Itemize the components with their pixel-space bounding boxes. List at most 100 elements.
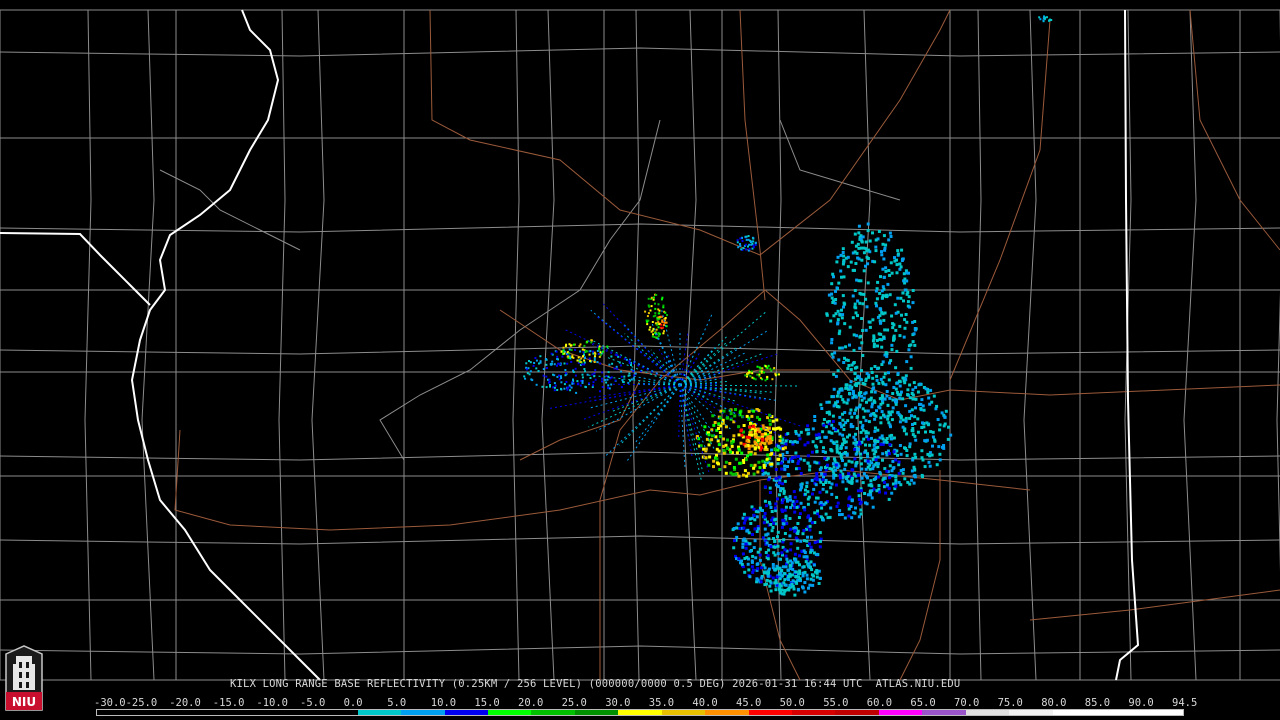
echo-pixel [860,258,864,262]
echo-pixel [830,282,834,286]
echo-pixel [859,246,863,250]
echo-pixel [809,535,813,539]
county-line [857,9,871,681]
echo-pixel [841,313,845,317]
echo-pixel [753,539,757,543]
echo-pixel [593,361,596,363]
echo-pixel [718,431,722,434]
echo-pixel [611,362,614,365]
echo-pixel [770,448,774,452]
echo-pixel [818,576,822,580]
echo-pixel [776,448,780,452]
echo-pixel [758,553,762,557]
echo-pixel [754,556,758,560]
echo-pixel [839,469,843,473]
echo-pixel [883,372,887,376]
echo-pixel [869,413,873,417]
echo-pixel [871,339,875,343]
echo-pixel [770,529,774,533]
echo-pixel [712,465,715,469]
echo-pixel [795,499,799,503]
echo-pixel [856,415,860,419]
echo-pixel [756,567,760,571]
echo-pixel [795,467,798,471]
echo-pixel [778,539,782,543]
echo-pixel [899,452,903,456]
echo-pixel [889,235,893,238]
echo-pixel [898,420,902,424]
echo-pixel [747,568,751,572]
echo-pixel [784,505,788,509]
echo-pixel [539,360,542,363]
echo-pixel [819,403,823,407]
echo-pixel [542,374,545,377]
echo-pixel [925,438,929,442]
echo-pixel [894,475,898,479]
scale-segment [227,710,271,715]
echo-pixel [861,481,865,485]
echo-pixel [835,260,839,264]
echo-pixel [868,325,872,329]
echo-pixel [752,466,756,470]
echo-pixel [827,410,831,414]
echo-pixel [581,373,584,376]
echo-pixel [783,508,787,512]
scale-segment [140,710,184,715]
echo-pixel [779,584,783,588]
echo-pixel [793,510,797,514]
echo-pixel [794,430,798,433]
echo-pixel [856,473,860,477]
echo-pixel [774,581,778,585]
echo-pixel [913,452,917,456]
echo-pixel [657,316,660,319]
echo-pixel [787,473,791,477]
echo-pixel [909,355,913,359]
echo-pixel [784,457,787,461]
scale-label: 50.0 [779,697,805,709]
echo-pixel [890,491,894,495]
echo-pixel [768,438,772,442]
echo-pixel [742,526,746,530]
scale-label: -30.0 [94,697,126,709]
echo-pixel [717,449,721,453]
echo-pixel [768,579,772,583]
echo-pixel [877,484,881,487]
echo-pixel [855,427,859,430]
echo-pixel [662,332,665,335]
echo-pixel [728,462,732,465]
echo-pixel [713,421,717,424]
echo-pixel [923,439,927,443]
echo-pixel [866,493,870,497]
echo-pixel [888,293,892,297]
echo-pixel [715,453,718,457]
echo-pixel [876,440,880,443]
echo-pixel [904,419,908,423]
echo-pixel [761,469,765,473]
echo-pixel [838,415,842,419]
echo-pixel [883,397,887,401]
echo-pixel [777,557,781,561]
echo-spoke [634,384,681,444]
echo-spoke [679,384,721,444]
echo-pixel [874,249,878,253]
echo-pixel [897,463,901,467]
echo-pixel [813,415,817,418]
echo-pixel [817,432,821,436]
echo-pixel [753,429,757,433]
echo-pixel [605,381,608,384]
echo-pixel [896,249,900,253]
echo-pixel [914,397,918,401]
echo-pixel [776,497,779,501]
echo-pixel [884,383,888,387]
echo-pixel [853,250,857,254]
echo-pixel [881,285,885,289]
echo-pixel [553,386,556,389]
echo-pixel [784,439,788,443]
echo-pixel [766,453,770,457]
echo-pixel [873,439,877,443]
echo-pixel [836,318,840,322]
echo-pixel [743,469,747,473]
echo-pixel [870,371,874,374]
echo-pixel [879,308,883,312]
echo-pixel [932,394,936,398]
